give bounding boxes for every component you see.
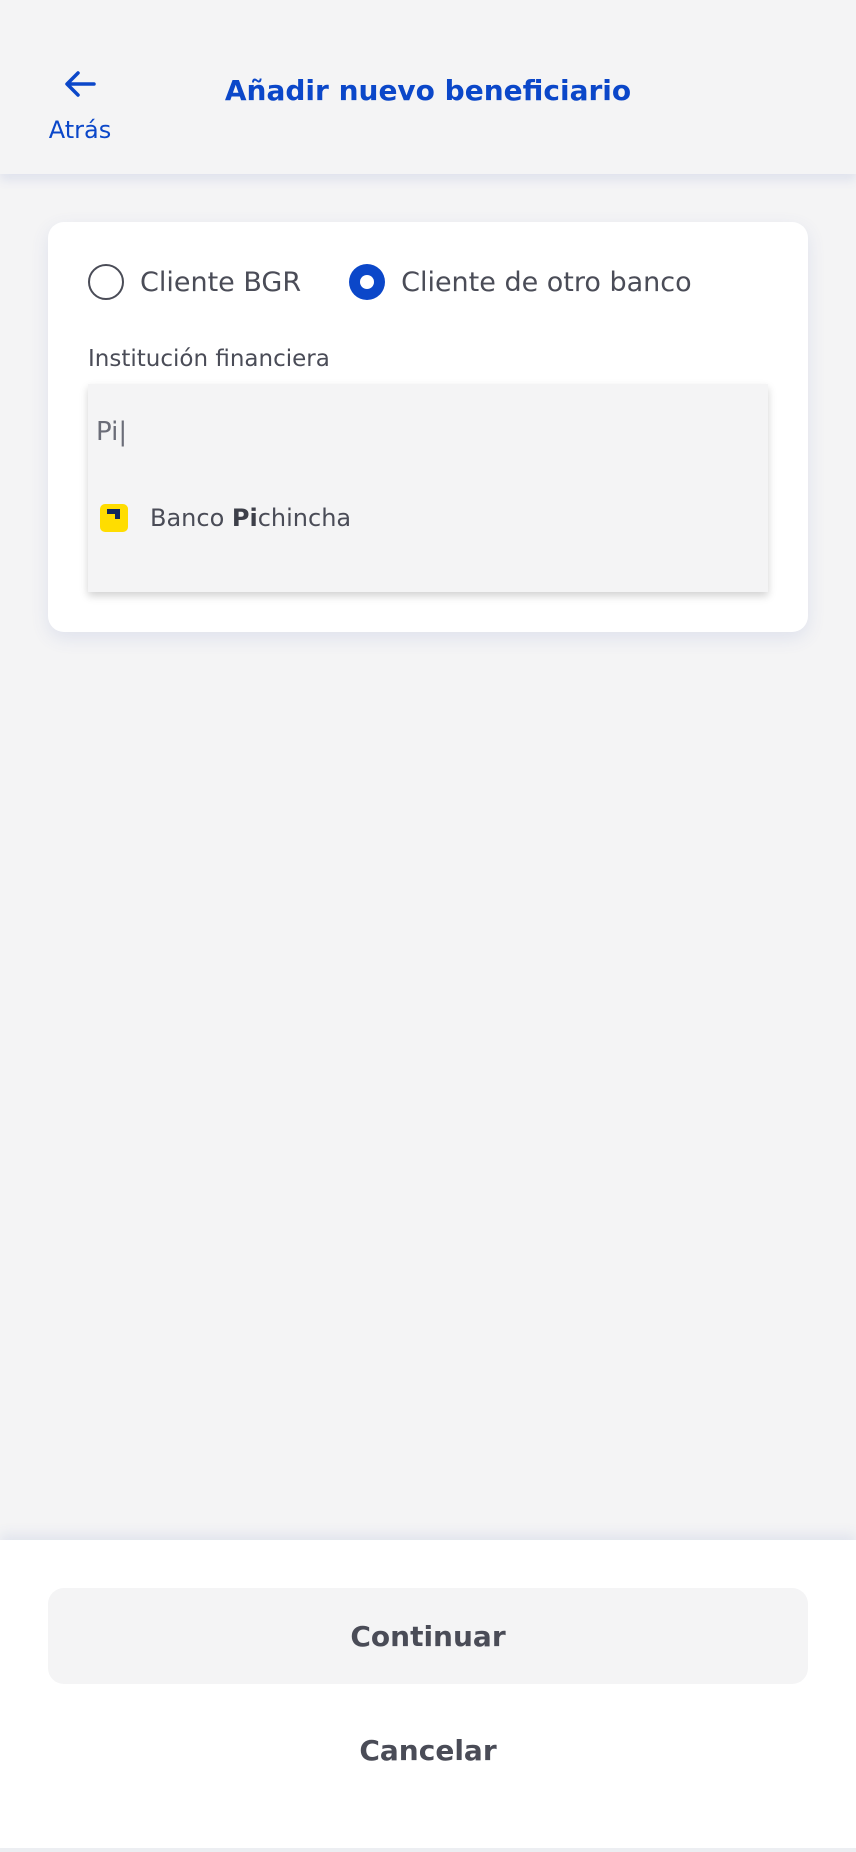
institution-search-input[interactable] <box>96 412 736 452</box>
page-title: Añadir nuevo beneficiario <box>224 74 632 107</box>
radio-cliente-bgr[interactable]: Cliente BGR <box>88 264 301 300</box>
beneficiary-form-card: Cliente BGR Cliente de otro banco Instit… <box>48 222 808 632</box>
continue-button[interactable]: Continuar <box>48 1588 808 1684</box>
institution-autocomplete: Banco Pichincha <box>88 384 768 592</box>
result-label: Banco Pichincha <box>150 504 352 532</box>
back-label: Atrás <box>48 116 112 144</box>
footer-actions: Continuar Cancelar <box>0 1540 856 1852</box>
radio-selected-icon[interactable] <box>349 264 386 300</box>
radio-label: Cliente de otro banco <box>401 266 692 298</box>
client-type-radio-group: Cliente BGR Cliente de otro banco <box>88 262 740 302</box>
radio-cliente-otro-banco[interactable]: Cliente de otro banco <box>349 264 692 300</box>
app-header: Atrás Añadir nuevo beneficiario <box>0 0 856 174</box>
institution-field-label: Institución financiera <box>88 346 330 372</box>
banco-pichincha-logo-icon <box>100 504 128 532</box>
radio-unselected-icon[interactable] <box>88 264 124 300</box>
result-item-banco-pichincha[interactable]: Banco Pichincha <box>100 498 351 538</box>
radio-label: Cliente BGR <box>140 266 302 298</box>
cancel-button[interactable]: Cancelar <box>48 1702 808 1798</box>
divider <box>0 1848 856 1852</box>
